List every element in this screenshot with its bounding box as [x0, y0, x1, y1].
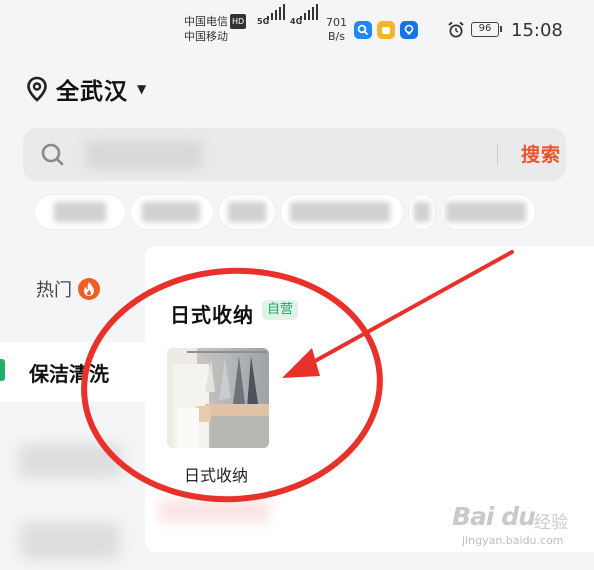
- sidebar-item-hot[interactable]: 热门: [0, 259, 145, 319]
- baidu-jingyan-watermark: Bai du 经验 jingyan.baidu.com: [452, 500, 584, 556]
- category-sidebar: 热门 保洁清洗: [0, 246, 145, 570]
- carrier-bottom: 中国移动: [184, 30, 228, 43]
- product-thumbnail[interactable]: [167, 348, 269, 448]
- carrier-top: 中国电信: [184, 15, 228, 28]
- blurred-item: [159, 500, 269, 522]
- search-button[interactable]: 搜索: [509, 140, 573, 170]
- network-speed: 701 B/s: [326, 16, 347, 43]
- hd-badge: HD: [230, 14, 247, 29]
- city-name: 全武汉: [56, 79, 128, 105]
- fire-icon: [78, 278, 100, 300]
- storage-photo-image: [167, 348, 269, 448]
- alarm-icon: [447, 21, 465, 43]
- search-app-icon: [354, 21, 372, 39]
- security-app-icon: [400, 21, 418, 39]
- search-bar[interactable]: 搜索: [23, 128, 566, 181]
- chevron-down-icon: ▼: [137, 82, 147, 96]
- hot-tag[interactable]: [280, 194, 404, 230]
- sidebar-item-label: 保洁清洗: [29, 361, 109, 386]
- watermark-url: jingyan.baidu.com: [462, 534, 564, 547]
- sidebar-item-cleaning[interactable]: 保洁清洗: [0, 342, 145, 402]
- status-bar: 中国电信 HD 中国移动 5G 4G 701 B/s 96 15:08: [0, 0, 594, 62]
- search-icon: [41, 143, 64, 166]
- app-notification-icon: [377, 21, 395, 39]
- hot-tag[interactable]: [218, 194, 276, 230]
- hot-tag[interactable]: [130, 194, 214, 230]
- search-divider: [497, 144, 498, 165]
- search-placeholder-blurred[interactable]: [85, 140, 203, 169]
- carrier-info: 中国电信 HD 中国移动: [184, 14, 247, 44]
- hot-tag[interactable]: [34, 194, 126, 230]
- active-indicator: [0, 359, 5, 381]
- hot-tag[interactable]: [440, 194, 536, 230]
- product-name[interactable]: 日式收纳: [184, 462, 248, 486]
- battery-icon: 96: [471, 22, 502, 37]
- clock: 15:08: [511, 20, 563, 41]
- baidu-logo: Bai du: [452, 502, 536, 531]
- sidebar-item-label: 热门: [36, 280, 72, 301]
- sidebar-item-blurred[interactable]: [20, 522, 120, 560]
- hot-tag[interactable]: [408, 194, 436, 230]
- section-title: 日式收纳: [170, 303, 254, 327]
- jingyan-label: 经验: [534, 513, 568, 533]
- location-selector[interactable]: 全武汉 ▼: [26, 72, 146, 106]
- location-pin-icon: [27, 76, 47, 102]
- self-operated-badge: 自营: [262, 300, 299, 320]
- sidebar-item-blurred[interactable]: [18, 444, 122, 478]
